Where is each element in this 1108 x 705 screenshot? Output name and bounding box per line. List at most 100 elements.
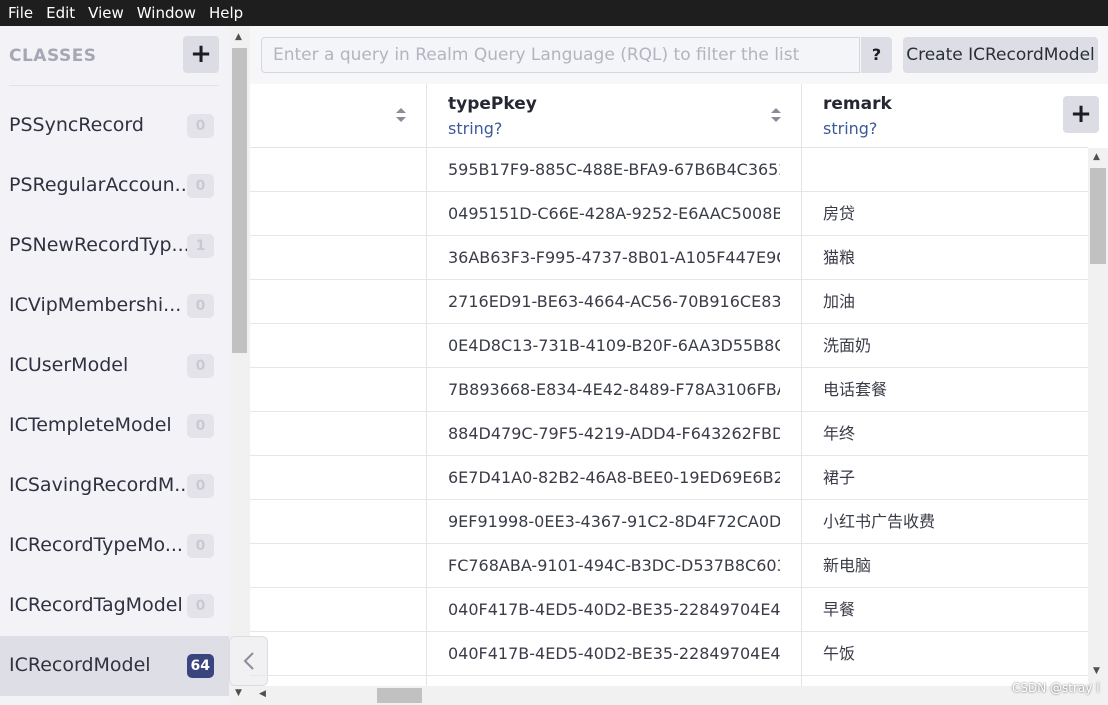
scroll-up-icon[interactable]: ▲ bbox=[235, 32, 242, 42]
cell-remark[interactable]: 新电脑 bbox=[823, 544, 1088, 587]
table-row[interactable]: 6E7D41A0-82B2-46A8-BEE0-19ED69E6B2C7 裙子 bbox=[250, 456, 1088, 500]
sort-icon[interactable] bbox=[396, 108, 406, 122]
cell-typePkey[interactable]: 884D479C-79F5-4219-ADD4-F643262FBD9 bbox=[448, 412, 780, 455]
menu-file[interactable]: File bbox=[3, 0, 38, 26]
class-name: ICRecordTagModel bbox=[9, 594, 183, 616]
table-row[interactable]: 0495151D-C66E-428A-9252-E6AAC5008B63 房贷 bbox=[250, 192, 1088, 236]
cell-remark[interactable]: 洗面奶 bbox=[823, 324, 1088, 367]
cell-typePkey[interactable]: 9EF91998-0EE3-4367-91C2-8D4F72CA0DA9 bbox=[448, 500, 780, 543]
cell-typePkey[interactable]: 7B893668-E834-4E42-8489-F78A3106FBAC bbox=[448, 368, 780, 411]
scroll-up-icon[interactable]: ▲ bbox=[1093, 152, 1100, 162]
class-item[interactable]: ICSavingRecordM... 0 bbox=[0, 456, 229, 516]
class-name: PSSyncRecord bbox=[9, 114, 144, 136]
sidebar-divider bbox=[9, 85, 219, 86]
class-item[interactable]: ICRecordTypeMo... 0 bbox=[0, 516, 229, 576]
sort-icon[interactable] bbox=[771, 108, 781, 122]
scroll-left-icon[interactable]: ◀ bbox=[259, 689, 266, 699]
class-item[interactable]: PSRegularAccoun... 0 bbox=[0, 156, 229, 216]
table-horizontal-scrollbar[interactable]: ◀ bbox=[250, 686, 1108, 705]
table-row[interactable]: 040F417B-4ED5-40D2-BE35-22849704E489 早餐 bbox=[250, 588, 1088, 632]
class-name: ICRecordTypeMo... bbox=[9, 534, 183, 556]
cell-typePkey[interactable]: 595B17F9-885C-488E-BFA9-67B6B4C36522 bbox=[448, 148, 780, 191]
scroll-down-icon[interactable]: ▼ bbox=[1093, 666, 1100, 676]
class-name: ICRecordModel bbox=[9, 654, 151, 676]
class-item[interactable]: ICUserModel 0 bbox=[0, 336, 229, 396]
column-name: remark bbox=[823, 94, 892, 114]
column-type: string? bbox=[823, 119, 878, 138]
cell-typePkey[interactable]: 36AB63F3-F995-4737-8B01-A105F447E9C8 bbox=[448, 236, 780, 279]
object-table: typePkey string? remark string? 595B17F9… bbox=[250, 84, 1088, 686]
cell-remark[interactable]: 早餐 bbox=[823, 588, 1088, 631]
table-row[interactable]: 0E4D8C13-731B-4109-B20F-6AA3D55B8C5 洗面奶 bbox=[250, 324, 1088, 368]
cell-remark[interactable]: 裙子 bbox=[823, 456, 1088, 499]
cell-remark[interactable]: 小红书广告收费 bbox=[823, 500, 1088, 543]
table-row[interactable]: 9EF91998-0EE3-4367-91C2-8D4F72CA0DA9 小红书广… bbox=[250, 500, 1088, 544]
cell-remark[interactable]: 猫粮 bbox=[823, 236, 1088, 279]
table-header: typePkey string? remark string? bbox=[250, 84, 1088, 148]
horizontal-scroll-thumb[interactable] bbox=[377, 688, 422, 703]
class-item[interactable]: ICTempleteModel 0 bbox=[0, 396, 229, 456]
table-vertical-scrollbar[interactable]: ▲ ▼ bbox=[1088, 148, 1108, 686]
query-toolbar: ? Create ICRecordModel bbox=[250, 26, 1108, 84]
class-item[interactable]: PSNewRecordTyp... 1 bbox=[0, 216, 229, 276]
object-count-badge: 64 bbox=[186, 654, 214, 678]
sidebar-scroll-thumb[interactable] bbox=[232, 48, 247, 353]
table-row[interactable]: 595B17F9-885C-488E-BFA9-67B6B4C36522 bbox=[250, 148, 1088, 192]
column-header-typePkey[interactable]: typePkey string? bbox=[427, 84, 801, 147]
class-item[interactable]: PSSyncRecord 0 bbox=[0, 96, 229, 156]
column-name: typePkey bbox=[448, 94, 537, 114]
object-count-badge: 0 bbox=[187, 114, 214, 138]
table-row[interactable]: 040F417B-4ED5-40D2-BE35-22849704E489 午饭 bbox=[250, 632, 1088, 676]
cell-typePkey[interactable]: 040F417B-4ED5-40D2-BE35-22849704E489 bbox=[448, 588, 780, 631]
object-count-badge: 0 bbox=[187, 294, 214, 318]
cell-remark[interactable]: 午饭 bbox=[823, 632, 1088, 675]
cell-remark[interactable]: 加油 bbox=[823, 280, 1088, 323]
table-row[interactable]: 2716ED91-BE63-4664-AC56-70B916CE839E 加油 bbox=[250, 280, 1088, 324]
query-input[interactable] bbox=[261, 37, 860, 73]
object-count-badge: 0 bbox=[187, 474, 214, 498]
cell-remark[interactable]: 年终 bbox=[823, 412, 1088, 455]
cell-typePkey[interactable]: 040F417B-4ED5-40D2-BE35-22849704E489 bbox=[448, 632, 780, 675]
cell-typePkey[interactable]: 0495151D-C66E-428A-9252-E6AAC5008B63 bbox=[448, 192, 780, 235]
class-name: ICSavingRecordM... bbox=[9, 474, 193, 496]
cell-typePkey[interactable]: 2716ED91-BE63-4664-AC56-70B916CE839E bbox=[448, 280, 780, 323]
class-name: ICTempleteModel bbox=[9, 414, 172, 436]
classes-sidebar: CLASSES + PSSyncRecord 0 PSRegularAccoun..… bbox=[0, 26, 229, 705]
object-count-badge: 0 bbox=[187, 174, 214, 198]
add-class-button[interactable]: + bbox=[183, 36, 219, 73]
add-property-button[interactable]: + bbox=[1063, 96, 1099, 133]
class-item[interactable]: ICVipMembershi... 0 bbox=[0, 276, 229, 336]
class-name: PSNewRecordTyp... bbox=[9, 234, 190, 256]
menu-view[interactable]: View bbox=[83, 0, 129, 26]
cell-typePkey[interactable]: FC768ABA-9101-494C-B3DC-D537B8C6035 bbox=[448, 544, 780, 587]
sidebar-scrollbar[interactable]: ▲ ▼ bbox=[229, 26, 250, 705]
cell-typePkey[interactable]: 0E4D8C13-731B-4109-B20F-6AA3D55B8C5 bbox=[448, 324, 780, 367]
cell-typePkey[interactable]: 6E7D41A0-82B2-46A8-BEE0-19ED69E6B2C7 bbox=[448, 456, 780, 499]
sidebar-title: CLASSES bbox=[9, 46, 97, 66]
cell-remark[interactable]: 房贷 bbox=[823, 192, 1088, 235]
table-row[interactable]: 36AB63F3-F995-4737-8B01-A105F447E9C8 猫粮 bbox=[250, 236, 1088, 280]
table-row[interactable]: FC768ABA-9101-494C-B3DC-D537B8C6035 新电脑 bbox=[250, 544, 1088, 588]
table-row[interactable]: 884D479C-79F5-4219-ADD4-F643262FBD9 年终 bbox=[250, 412, 1088, 456]
column-type: string? bbox=[448, 119, 503, 138]
query-help-button[interactable]: ? bbox=[861, 37, 892, 73]
class-name: PSRegularAccoun... bbox=[9, 174, 193, 196]
cell-remark[interactable] bbox=[823, 148, 1088, 191]
object-count-badge: 1 bbox=[187, 234, 214, 258]
class-item[interactable]: ICRecordModel 64 bbox=[0, 636, 229, 696]
vertical-scroll-thumb[interactable] bbox=[1090, 168, 1106, 264]
cell-remark[interactable]: 电话套餐 bbox=[823, 368, 1088, 411]
column-header-0[interactable] bbox=[250, 84, 426, 147]
create-object-button[interactable]: Create ICRecordModel bbox=[903, 37, 1098, 73]
object-count-badge: 0 bbox=[187, 534, 214, 558]
class-item[interactable]: ICRecordTagModel 0 bbox=[0, 576, 229, 636]
column-header-remark[interactable]: remark string? bbox=[802, 84, 1088, 147]
menu-window[interactable]: Window bbox=[132, 0, 201, 26]
watermark: CSDN @stray l bbox=[1012, 681, 1100, 695]
menu-help[interactable]: Help bbox=[204, 0, 248, 26]
table-row[interactable]: 7B893668-E834-4E42-8489-F78A3106FBAC 电话套餐 bbox=[250, 368, 1088, 412]
table-body: 595B17F9-885C-488E-BFA9-67B6B4C36522 0495… bbox=[250, 148, 1088, 676]
class-name: ICUserModel bbox=[9, 354, 129, 376]
menu-edit[interactable]: Edit bbox=[41, 0, 80, 26]
scroll-down-icon[interactable]: ▼ bbox=[235, 688, 242, 698]
